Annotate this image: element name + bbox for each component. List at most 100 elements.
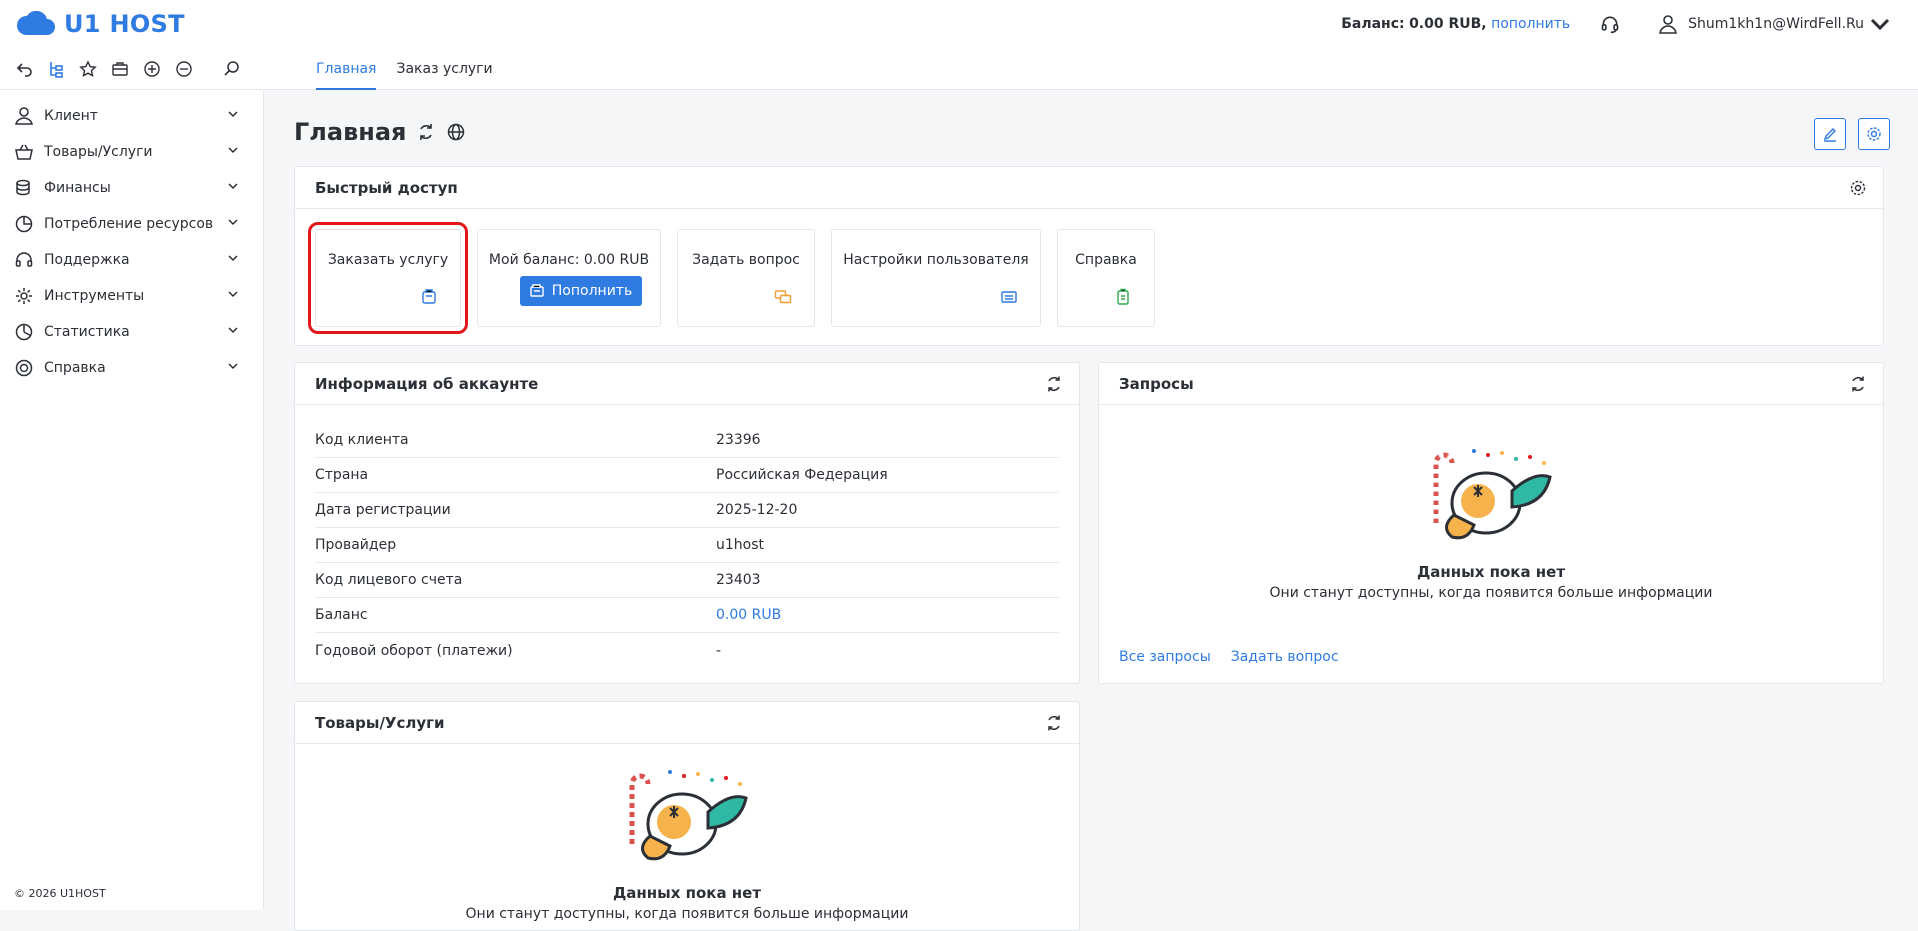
user-menu[interactable]: Shum1kh1n@WirdFell.Ru — [1658, 14, 1900, 34]
copyright: © 2026 U1HOST — [14, 887, 106, 900]
info-value: 2025-12-20 — [716, 502, 798, 518]
support-headset-icon[interactable] — [1598, 12, 1622, 36]
goods-services-panel: Товары/Услуги Данных пока нет Они станут… — [294, 701, 1080, 931]
empty-state-title: Данных пока нет — [1416, 563, 1566, 581]
refresh-icon[interactable] — [1045, 714, 1063, 732]
coins-icon — [14, 178, 34, 198]
chevron-down-icon — [227, 288, 239, 304]
sidebar-item-support[interactable]: Поддержка — [0, 242, 263, 278]
empty-state-title: Данных пока нет — [612, 884, 762, 902]
info-row-account-code: Код лицевого счета 23403 — [315, 563, 1059, 598]
sidebar-item-statistics[interactable]: Статистика — [0, 314, 263, 350]
pie-icon — [14, 214, 34, 234]
info-value: Российская Федерация — [716, 467, 888, 483]
page-title: Главная — [294, 118, 407, 146]
balance-link[interactable]: 0.00 RUB — [716, 607, 781, 623]
quick-card-label: Заказать услугу — [327, 252, 449, 268]
info-row-turnover: Годовой оборот (платежи) - — [315, 633, 1059, 668]
chevron-down-icon — [227, 360, 239, 376]
client-icon — [14, 106, 34, 126]
sidebar-item-tools[interactable]: Инструменты — [0, 278, 263, 314]
balance-label: Баланс: — [1341, 16, 1405, 32]
tree-icon[interactable] — [46, 59, 66, 79]
balance-value: 0.00 RUB, — [1409, 16, 1487, 32]
sidebar-item-resources[interactable]: Потребление ресурсов — [0, 206, 263, 242]
topup-link[interactable]: пополнить — [1491, 16, 1570, 32]
order-icon — [422, 289, 436, 304]
info-key: Код лицевого счета — [315, 572, 463, 588]
refresh-icon[interactable] — [416, 122, 436, 142]
search-icon[interactable] — [222, 59, 242, 79]
sidebar-item-help[interactable]: Справка — [0, 350, 263, 386]
chart-icon — [14, 322, 34, 342]
info-row-country: Страна Российская Федерация — [315, 458, 1059, 493]
quick-access-panel: Быстрый доступ Заказать услугу Мой балан… — [294, 166, 1884, 346]
sidebar-item-label: Инструменты — [44, 288, 145, 304]
sidebar-item-label: Статистика — [44, 324, 130, 340]
expand-all-icon[interactable] — [142, 59, 162, 79]
panel-title: Товары/Услуги — [315, 713, 445, 732]
gear-icon[interactable] — [1849, 179, 1867, 197]
topup-button-label: Пополнить — [551, 283, 633, 299]
cloud-logo-icon — [17, 11, 55, 35]
quick-card-label: Справка — [1075, 252, 1137, 268]
chevron-down-icon — [227, 324, 239, 340]
info-key: Дата регистрации — [315, 502, 451, 518]
info-row-reg-date: Дата регистрации 2025-12-20 — [315, 493, 1059, 528]
chevron-down-icon — [227, 252, 239, 268]
chevron-down-icon — [227, 144, 239, 160]
chevron-down-icon — [227, 180, 239, 196]
briefcase-icon[interactable] — [110, 59, 130, 79]
refresh-icon[interactable] — [1849, 375, 1867, 393]
info-key: Провайдер — [315, 537, 397, 553]
sidebar-item-label: Поддержка — [44, 252, 130, 268]
top-header: U1 HOST Баланс: 0.00 RUB, пополнить Shum… — [0, 0, 1918, 48]
quick-user-settings[interactable]: Настройки пользователя — [831, 229, 1041, 327]
all-requests-link[interactable]: Все запросы — [1119, 649, 1211, 665]
quick-ask-question[interactable]: Задать вопрос — [677, 229, 815, 327]
chevron-down-icon — [227, 216, 239, 232]
info-key: Годовой оборот (платежи) — [315, 642, 513, 659]
chevron-down-icon — [1870, 18, 1890, 31]
sidebar: Клиент Товары/Услуги Финансы Потребление… — [0, 90, 264, 910]
edit-layout-button[interactable] — [1814, 118, 1846, 150]
quick-balance: Мой баланс: 0.00 RUB Пополнить — [477, 229, 661, 327]
ask-question-link[interactable]: Задать вопрос — [1231, 649, 1339, 665]
back-icon[interactable] — [14, 59, 34, 79]
sidebar-item-label: Справка — [44, 360, 106, 376]
refresh-icon[interactable] — [1045, 375, 1063, 393]
gear-icon — [1867, 127, 1881, 141]
info-row-client-code: Код клиента 23396 — [315, 423, 1059, 458]
requests-panel: Запросы Данных пока нет Они станут досту… — [1098, 362, 1884, 684]
sidebar-item-client[interactable]: Клиент — [0, 98, 263, 134]
sidebar-item-label: Товары/Услуги — [44, 144, 153, 160]
pencil-icon — [1823, 128, 1836, 142]
globe-icon[interactable] — [446, 122, 466, 142]
logo[interactable]: U1 HOST — [16, 10, 185, 38]
empty-state-illustration — [1433, 449, 1552, 540]
sidebar-item-label: Потребление ресурсов — [44, 216, 214, 232]
sidebar-item-goods[interactable]: Товары/Услуги — [0, 134, 263, 170]
collapse-all-icon[interactable] — [174, 59, 194, 79]
tab-order-service[interactable]: Заказ услуги — [386, 48, 502, 90]
chevron-down-icon — [227, 108, 239, 124]
star-icon[interactable] — [78, 59, 98, 79]
info-value: - — [716, 642, 722, 659]
gear-icon — [14, 286, 34, 306]
quick-order-service[interactable]: Заказать услугу — [308, 222, 468, 334]
info-value: 23396 — [716, 432, 761, 448]
chat-icon — [774, 290, 792, 304]
help-doc-icon — [1117, 288, 1129, 305]
info-value: u1host — [716, 537, 765, 553]
topup-button[interactable]: Пополнить — [520, 276, 642, 306]
lifebuoy-icon — [14, 358, 34, 378]
sidebar-item-label: Финансы — [44, 180, 111, 196]
empty-state-subtitle: Они станут доступны, когда появится боль… — [1269, 585, 1713, 601]
empty-state-illustration — [629, 770, 748, 861]
tab-main[interactable]: Главная — [306, 48, 386, 90]
sidebar-item-finance[interactable]: Финансы — [0, 170, 263, 206]
page-settings-button[interactable] — [1858, 118, 1890, 150]
logo-text: U1 HOST — [64, 10, 185, 38]
empty-state-subtitle: Они станут доступны, когда появится боль… — [465, 906, 909, 922]
quick-help[interactable]: Справка — [1057, 229, 1155, 327]
